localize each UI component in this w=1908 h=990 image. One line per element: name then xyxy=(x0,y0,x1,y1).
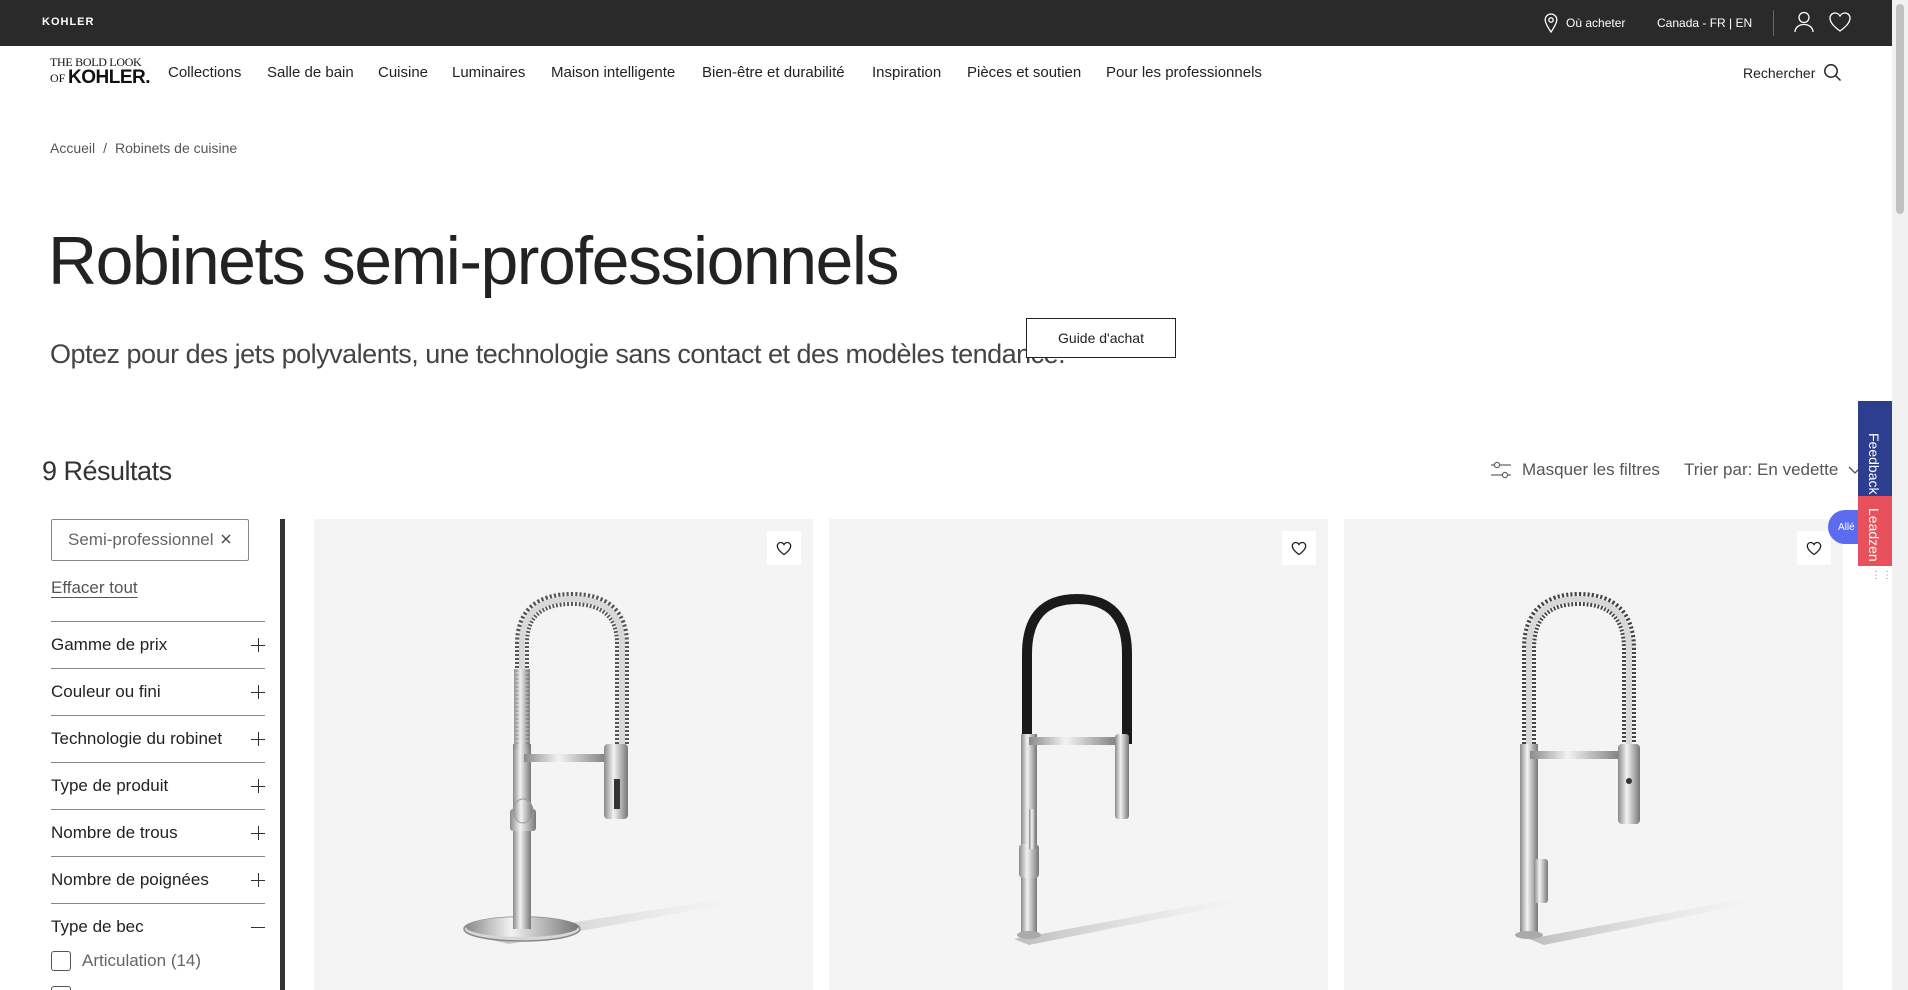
nav-item-bathroom[interactable]: Salle de bain xyxy=(267,64,354,81)
product-card[interactable] xyxy=(829,519,1328,990)
breadcrumb-home[interactable]: Accueil xyxy=(50,140,95,156)
heart-icon xyxy=(1806,541,1822,555)
facet-handle-count[interactable]: Nombre de poignées xyxy=(51,856,265,903)
locale-label: Canada - FR | EN xyxy=(1657,16,1753,30)
feedback-label: Feedback xyxy=(1866,433,1882,495)
facet-label: Type de bec xyxy=(51,917,144,936)
plus-icon xyxy=(251,732,265,746)
breadcrumb-separator: / xyxy=(103,140,108,156)
heart-icon xyxy=(1291,541,1307,555)
facet-label: Couleur ou fini xyxy=(51,682,161,701)
heart-icon[interactable] xyxy=(1828,11,1852,33)
location-pin-icon xyxy=(1544,13,1558,33)
sidebar-scrollbar[interactable] xyxy=(280,519,285,990)
checkbox[interactable] xyxy=(51,986,71,990)
page-scrollbar[interactable] xyxy=(1892,0,1908,990)
clear-all-link[interactable]: Effacer tout xyxy=(51,578,138,598)
locale-switcher[interactable]: Canada - FR | EN xyxy=(1657,0,1752,46)
active-filter-label: Semi-professionnel xyxy=(68,530,214,549)
facet-label: Technologie du robinet xyxy=(51,729,223,748)
user-icon[interactable] xyxy=(1794,11,1814,33)
spout-option-label: Articulation (14) xyxy=(82,951,202,970)
facet-label: Nombre de poignées xyxy=(51,870,209,889)
nav-item-parts-support[interactable]: Pièces et soutien xyxy=(967,64,1081,81)
facet-label: Nombre de trous xyxy=(51,823,178,842)
feedback-tab[interactable]: Feedback xyxy=(1858,401,1892,497)
search-label: Rechercher xyxy=(1743,64,1816,81)
filter-sliders-icon xyxy=(1491,461,1511,479)
results-count: 9 Résultats xyxy=(42,456,172,486)
facet-label: Type de produit xyxy=(51,776,169,795)
where-to-buy-link[interactable]: Où acheter xyxy=(1544,0,1625,46)
search-button[interactable]: Rechercher xyxy=(1743,63,1842,82)
nav-item-collections[interactable]: Collections xyxy=(168,64,241,81)
close-icon[interactable] xyxy=(220,533,232,545)
nav-item-kitchen[interactable]: Cuisine xyxy=(378,64,428,81)
plus-icon xyxy=(251,779,265,793)
active-filter-chip[interactable]: Semi-professionnel xyxy=(51,519,249,561)
main-nav: THE BOLD LOOK OF KOHLER. Collections Sal… xyxy=(0,46,1892,98)
leadzen-label: Leadzen xyxy=(1866,508,1882,562)
logo-wordmark: KOHLER. xyxy=(68,67,151,88)
nav-item-lighting[interactable]: Luminaires xyxy=(452,64,525,81)
favorite-button[interactable] xyxy=(1797,531,1831,565)
sort-dropdown[interactable]: Trier par: En vedette xyxy=(1684,460,1862,480)
assistant-label: Allé xyxy=(1838,521,1855,533)
minus-icon xyxy=(251,920,265,934)
heart-icon xyxy=(776,541,792,555)
spout-option-articulating[interactable]: Articulation (14) xyxy=(51,951,201,971)
faucet-image xyxy=(1014,593,1239,945)
search-icon xyxy=(1824,64,1842,82)
breadcrumb-current[interactable]: Robinets de cuisine xyxy=(115,140,237,156)
page-subtitle: Optez pour des jets polyvalents, une tec… xyxy=(50,339,1066,369)
breadcrumb: Accueil / Robinets de cuisine xyxy=(50,140,237,156)
faucet-image xyxy=(463,591,734,944)
plus-icon xyxy=(251,873,265,887)
checkbox[interactable] xyxy=(51,951,71,971)
kohler-wordmark[interactable]: KOHLER xyxy=(42,16,94,28)
nav-item-wellness[interactable]: Bien-être et durabilité xyxy=(702,64,845,81)
plus-icon xyxy=(251,638,265,652)
plus-icon xyxy=(251,826,265,840)
product-card[interactable] xyxy=(314,519,813,990)
drag-handle-icon[interactable]: ⋮⋮ xyxy=(1871,570,1893,581)
filter-facets: Gamme de prix Couleur ou fini Technologi… xyxy=(51,621,265,950)
facet-product-type[interactable]: Type de produit xyxy=(51,762,265,809)
favorite-button[interactable] xyxy=(1282,531,1316,565)
sort-label: Trier par: En vedette xyxy=(1684,460,1839,479)
facet-hole-count[interactable]: Nombre de trous xyxy=(51,809,265,856)
facet-spout-type[interactable]: Type de bec xyxy=(51,903,265,950)
logo-of: OF xyxy=(50,71,66,85)
nav-item-inspiration[interactable]: Inspiration xyxy=(872,64,941,81)
facet-price-range[interactable]: Gamme de prix xyxy=(51,621,265,668)
nav-item-smart-home[interactable]: Maison intelligente xyxy=(551,64,675,81)
favorite-button[interactable] xyxy=(767,531,801,565)
product-card[interactable] xyxy=(1344,519,1843,990)
buying-guide-button[interactable]: Guide d'achat xyxy=(1026,318,1176,358)
page-title: Robinets semi-professionnels xyxy=(48,223,899,299)
facet-faucet-technology[interactable]: Technologie du robinet xyxy=(51,715,265,762)
utility-divider xyxy=(1773,10,1774,36)
utility-bar: KOHLER Où acheter Canada - FR | EN xyxy=(0,0,1908,46)
facet-label: Gamme de prix xyxy=(51,635,168,654)
plus-icon xyxy=(251,685,265,699)
where-to-buy-label: Où acheter xyxy=(1566,16,1626,30)
scrollbar-thumb[interactable] xyxy=(1896,4,1904,214)
leadzen-tab[interactable]: Leadzen xyxy=(1858,496,1892,566)
nav-item-professionals[interactable]: Pour les professionnels xyxy=(1106,64,1262,81)
hide-filters-button[interactable]: Masquer les filtres xyxy=(1490,460,1660,480)
faucet-image xyxy=(1515,591,1754,945)
hide-filters-label: Masquer les filtres xyxy=(1522,460,1660,479)
kohler-logo[interactable]: THE BOLD LOOK OF KOHLER. xyxy=(50,56,151,88)
facet-color-finish[interactable]: Couleur ou fini xyxy=(51,668,265,715)
